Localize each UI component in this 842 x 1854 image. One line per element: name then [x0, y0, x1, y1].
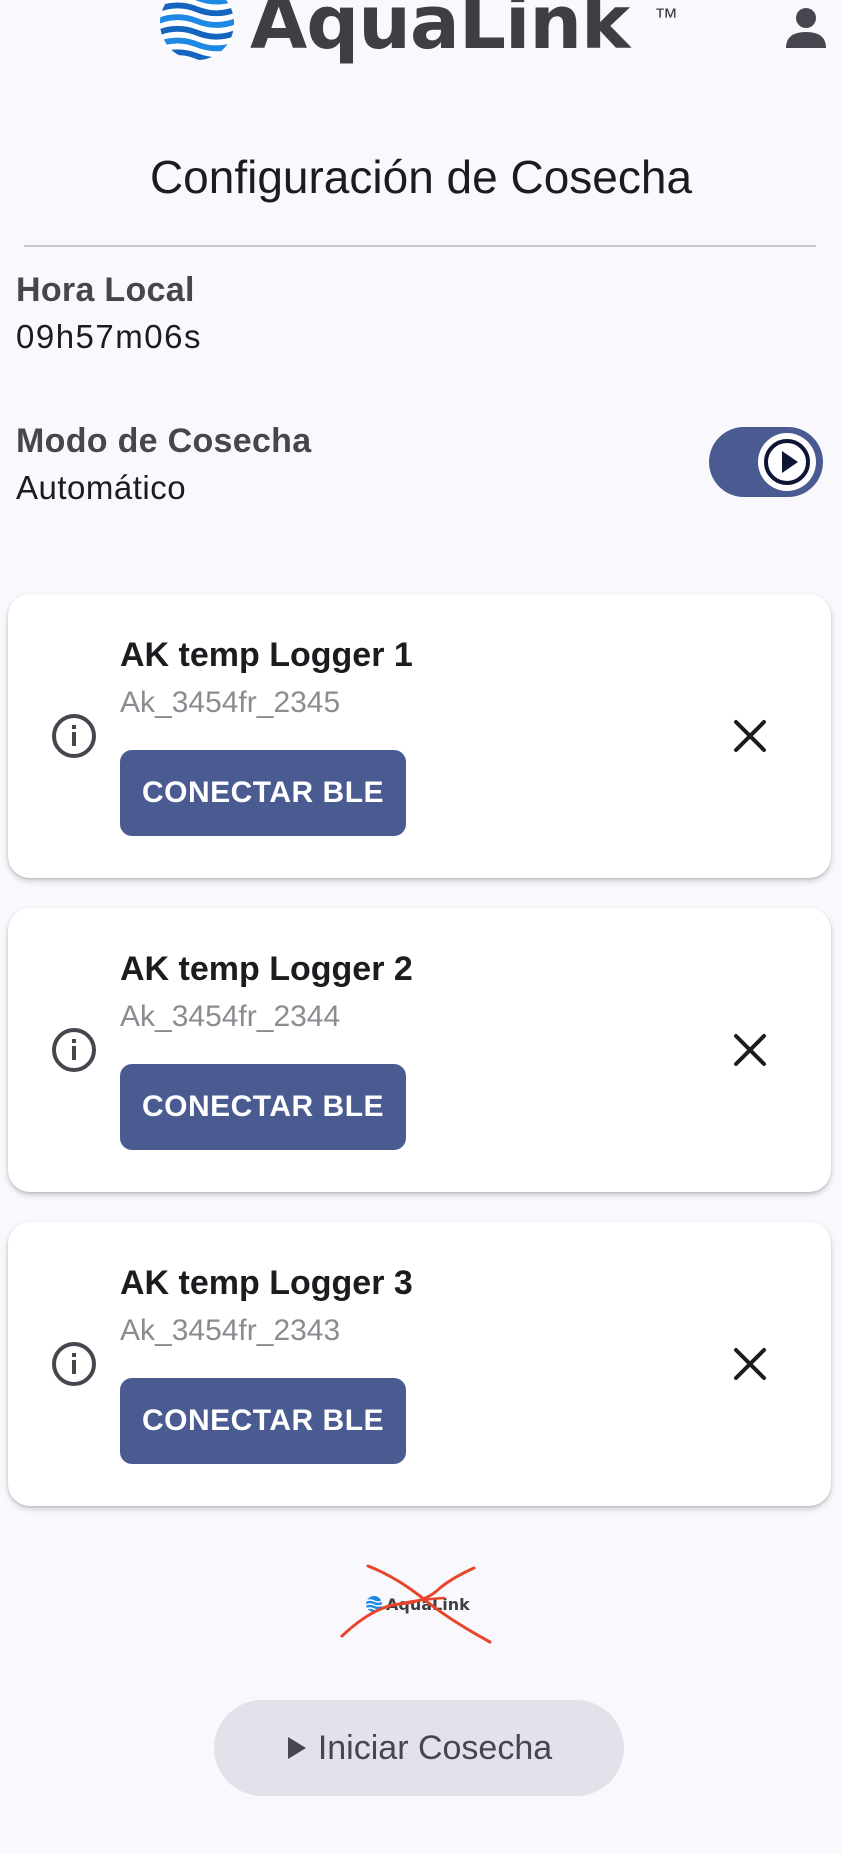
person-icon[interactable] — [786, 6, 826, 50]
close-icon[interactable] — [720, 1020, 780, 1080]
local-time-label: Hora Local — [16, 271, 195, 309]
play-icon — [764, 439, 810, 485]
harvest-mode-label: Modo de Cosecha — [16, 422, 312, 460]
local-time-value: 09h57m06s — [16, 318, 202, 355]
wave-globe-icon — [159, 0, 235, 61]
title-divider — [24, 245, 816, 247]
logger-id: Ak_3454fr_2343 — [120, 1314, 341, 1347]
crossed-out-logo: AquaLink — [340, 1564, 492, 1644]
info-circle-icon[interactable] — [44, 1334, 104, 1394]
logger-name: AK temp Logger 1 — [120, 636, 413, 674]
logger-id: Ak_3454fr_2345 — [120, 686, 341, 719]
logger-name: AK temp Logger 3 — [120, 1264, 413, 1302]
start-harvest-label: Iniciar Cosecha — [317, 1728, 553, 1767]
brand-name: AquaLink — [250, 0, 630, 66]
trademark-symbol: ™ — [654, 4, 678, 31]
app-header: AquaLink ™ — [0, 0, 842, 80]
close-icon[interactable] — [720, 1334, 780, 1394]
connect-ble-button[interactable]: CONECTAR BLE — [120, 750, 406, 836]
logger-card: AK temp Logger 1 Ak_3454fr_2345 CONECTAR… — [8, 594, 831, 878]
brand-logo: AquaLink — [158, 0, 630, 68]
logger-card: AK temp Logger 2 Ak_3454fr_2344 CONECTAR… — [8, 908, 831, 1192]
info-circle-icon[interactable] — [44, 706, 104, 766]
connect-ble-button[interactable]: CONECTAR BLE — [120, 1064, 406, 1150]
start-harvest-button[interactable]: Iniciar Cosecha — [214, 1700, 624, 1796]
toggle-thumb — [758, 433, 816, 491]
harvest-mode-toggle[interactable] — [709, 427, 823, 497]
logger-id: Ak_3454fr_2344 — [120, 1000, 341, 1033]
play-icon — [287, 1737, 306, 1759]
page-title: Configuración de Cosecha — [149, 151, 693, 203]
logger-name: AK temp Logger 2 — [120, 950, 413, 988]
connect-ble-button[interactable]: CONECTAR BLE — [120, 1378, 406, 1464]
harvest-mode-value: Automático — [16, 469, 187, 506]
info-circle-icon[interactable] — [44, 1020, 104, 1080]
logger-card: AK temp Logger 3 Ak_3454fr_2343 CONECTAR… — [8, 1222, 831, 1506]
close-icon[interactable] — [720, 706, 780, 766]
